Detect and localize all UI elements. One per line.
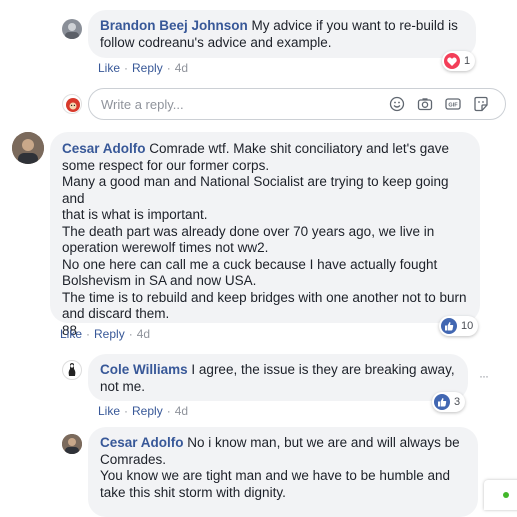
avatar[interactable] [62, 360, 82, 380]
comment-author[interactable]: Cesar Adolfo [100, 435, 184, 450]
comment-text-line: The time is to rebuild and keep bridges … [62, 289, 467, 305]
reaction-count: 3 [454, 396, 461, 408]
like-link[interactable]: Like [98, 61, 120, 75]
avatar[interactable] [62, 434, 82, 454]
chat-tab[interactable] [484, 480, 517, 510]
comment-text-line: operation werewolf times not ww2. [62, 240, 269, 255]
comment-text-line: The death part was already done over 70 … [62, 223, 435, 239]
comment-bubble: Cole Williams I agree, the issue is they… [88, 354, 468, 401]
comment-text-line: No i know man, but we are and will alway… [187, 435, 460, 450]
comment-text-line: My advice if you want to re-build is [251, 18, 458, 33]
love-reaction-icon [444, 53, 460, 69]
current-user-avatar [62, 94, 82, 114]
lion-logo-icon [66, 98, 80, 112]
reply-link[interactable]: Reply [132, 404, 163, 418]
comment-text-line: Comrade wtf. Make shit conciliatory and … [149, 141, 449, 156]
avatar-photo [12, 132, 44, 164]
online-status-icon [503, 492, 509, 498]
avatar-photo [62, 434, 82, 454]
comment-bubble: Cesar Adolfo Comrade wtf. Make shit conc… [50, 132, 480, 338]
avatar[interactable] [12, 132, 44, 164]
comment-text-line: follow codreanu's advice and example. [100, 34, 332, 50]
comment-text-line: You know we are tight man and we have to… [100, 468, 450, 483]
timestamp[interactable]: 4d [175, 61, 188, 75]
avatar-photo [68, 363, 76, 376]
comment-text-line: Many a good man and National Socialist a… [62, 174, 449, 206]
comment-author[interactable]: Cesar Adolfo [62, 141, 146, 156]
comment-text-line: and discard them. [62, 306, 170, 321]
reply-link[interactable]: Reply [132, 61, 163, 75]
reaction-badge[interactable]: 1 [442, 51, 476, 71]
comment-actions: Like · Reply · 4d [98, 61, 189, 75]
timestamp[interactable]: 4d [175, 404, 188, 418]
like-reaction-icon [441, 318, 457, 334]
like-link[interactable]: Like [60, 327, 82, 341]
more-options-button[interactable]: ··· [479, 369, 489, 383]
comment-author[interactable]: Cole Williams [100, 362, 188, 377]
comment-author[interactable]: Brandon Beej Johnson [100, 18, 248, 33]
comment-text-line: take this shit storm with dignity. [100, 484, 286, 500]
reply-link[interactable]: Reply [94, 327, 125, 341]
comment-bubble: Brandon Beej Johnson My advice if you wa… [88, 10, 476, 58]
avatar-photo [65, 23, 79, 39]
emoji-icon[interactable] [389, 96, 405, 112]
reaction-count: 1 [464, 55, 471, 67]
like-link[interactable]: Like [98, 404, 120, 418]
comment-text-line: that is what is important. [62, 207, 208, 222]
reaction-badge[interactable]: 3 [432, 392, 466, 412]
comment-text-line: I agree, the issue is they are breaking … [191, 362, 455, 377]
camera-icon[interactable] [417, 96, 433, 112]
comment-actions: Like · Reply · 4d [60, 327, 151, 341]
comment-text-line: Bolshevism in SA and now USA. [62, 273, 257, 288]
comment-text-line: some respect for our former corps. [62, 157, 270, 173]
comment-text-line: No one here can call me a cuck because I… [62, 256, 438, 272]
comment-bubble: Cesar Adolfo No i know man, but we are a… [88, 427, 478, 517]
reply-input[interactable]: Write a reply... GIF [88, 88, 506, 120]
like-reaction-icon [434, 394, 450, 410]
comment-text-line: not me. [100, 378, 146, 394]
timestamp[interactable]: 4d [137, 327, 150, 341]
reaction-badge[interactable]: 10 [439, 316, 479, 336]
comment-text-line: Comrades. [100, 451, 167, 467]
comment-actions: Like · Reply · 4d [98, 404, 189, 418]
reply-placeholder: Write a reply... [101, 97, 184, 112]
gif-icon[interactable]: GIF [445, 96, 461, 112]
svg-text:GIF: GIF [448, 103, 458, 109]
reaction-count: 10 [461, 320, 474, 332]
sticker-icon[interactable] [473, 96, 489, 112]
avatar[interactable] [62, 19, 82, 39]
